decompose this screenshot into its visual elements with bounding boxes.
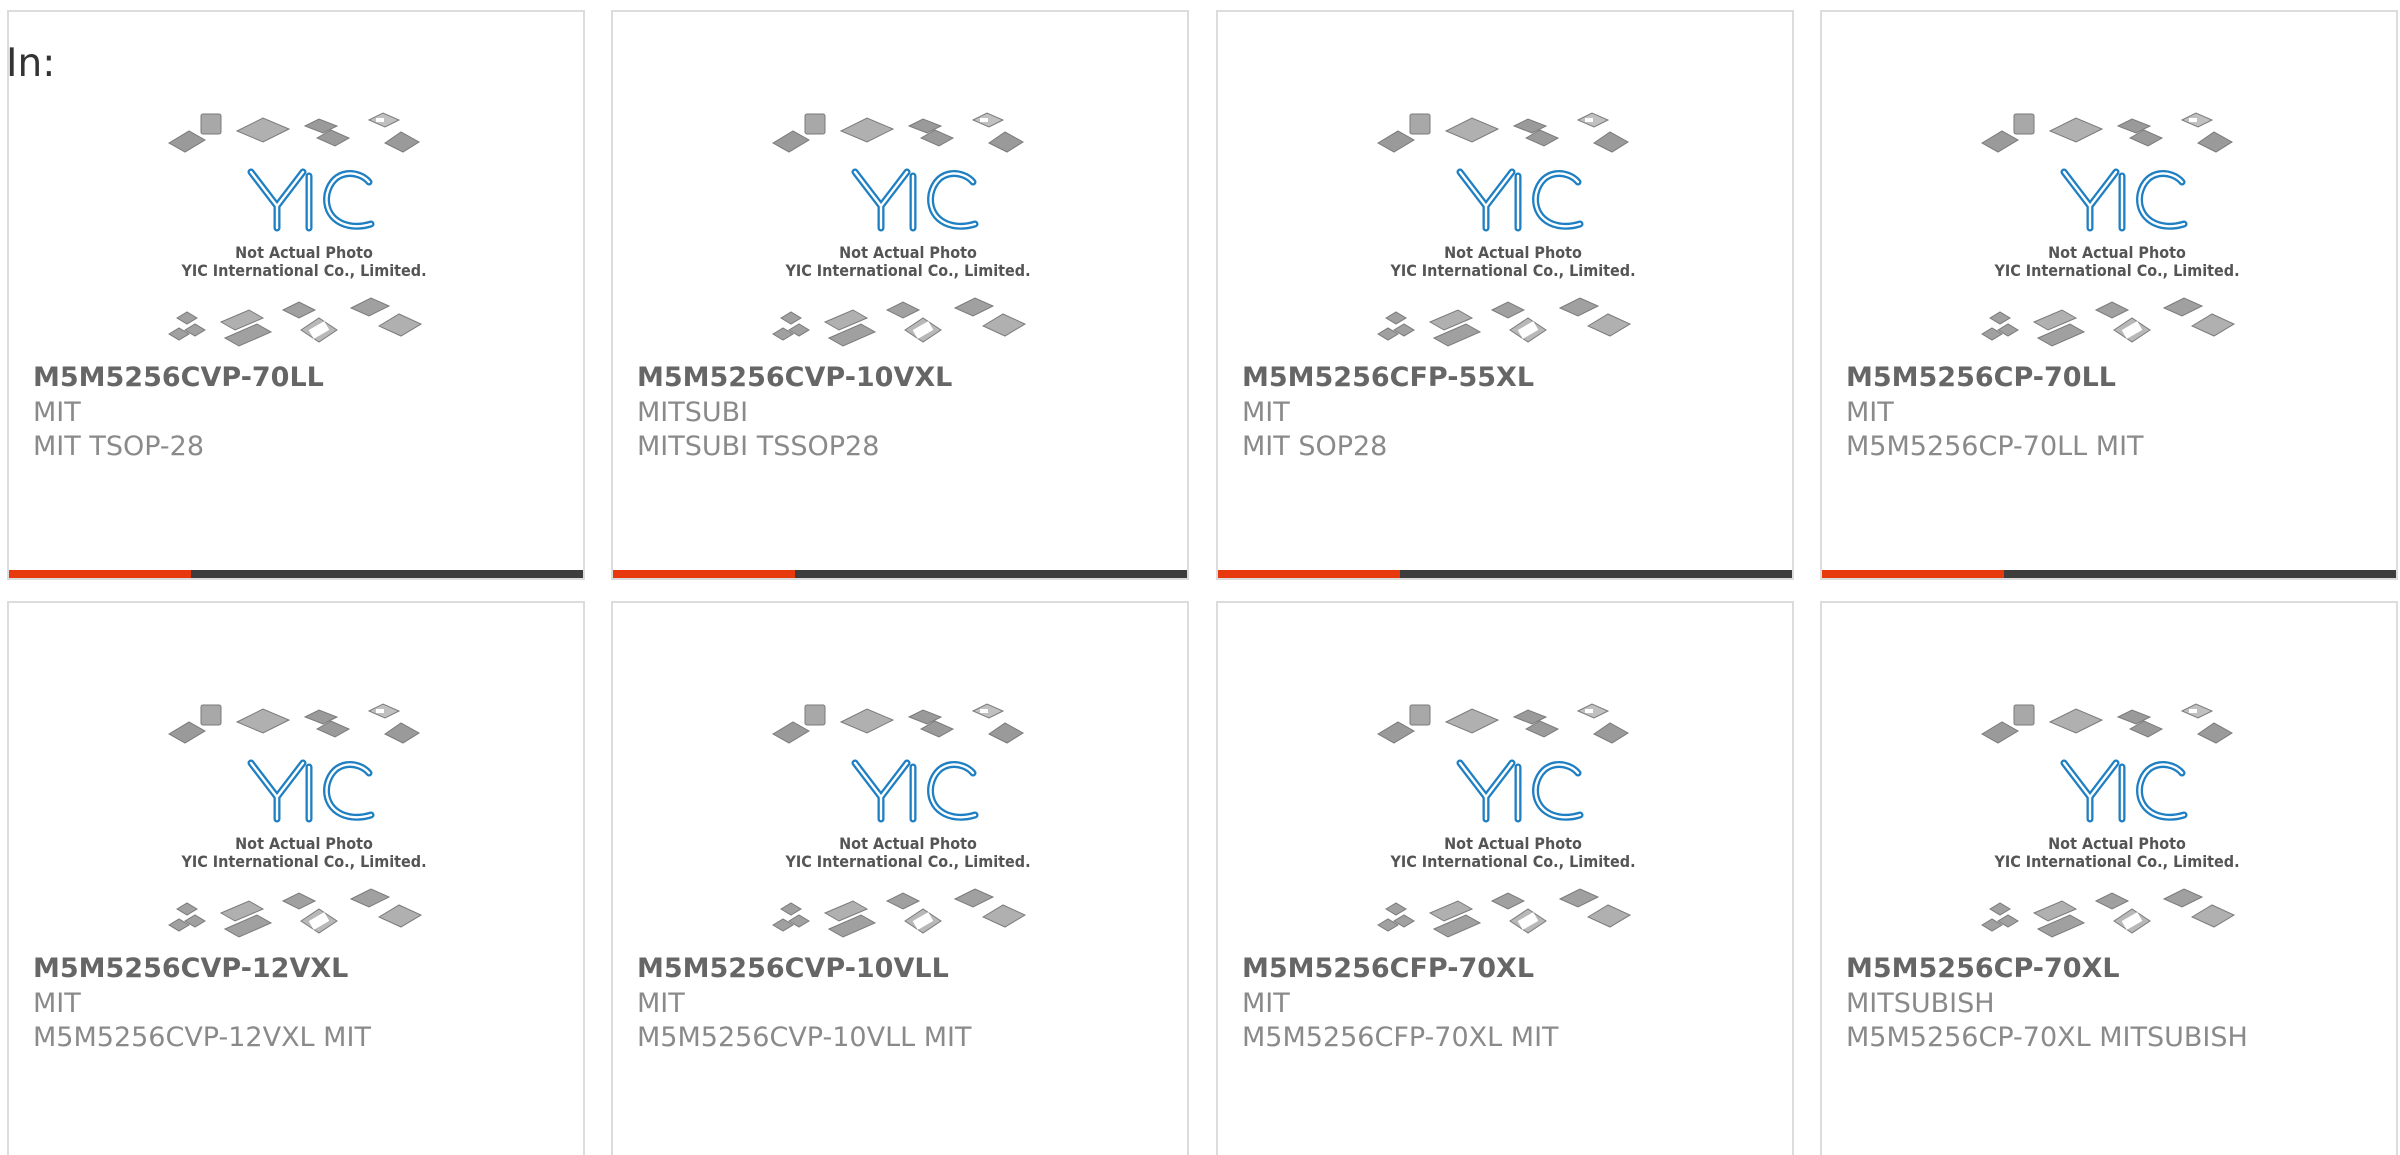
placeholder-caption-not-actual-photo: Not Actual Photo bbox=[2048, 243, 2186, 262]
placeholder-caption-company: YIC International Co., Limited. bbox=[1389, 261, 1635, 280]
placeholder-caption-company: YIC International Co., Limited. bbox=[784, 852, 1030, 871]
manufacturer: MIT bbox=[637, 988, 685, 1019]
product-card[interactable]: Not Actual Photo YIC International Co., … bbox=[1820, 601, 2398, 1155]
placeholder-caption-not-actual-photo: Not Actual Photo bbox=[235, 834, 373, 853]
part-number[interactable]: M5M5256CFP-70XL bbox=[1242, 951, 1534, 987]
product-placeholder-image: Not Actual Photo YIC International Co., … bbox=[1972, 689, 2262, 943]
manufacturer: MIT bbox=[1242, 988, 1290, 1019]
part-number[interactable]: M5M5256CVP-70LL bbox=[33, 360, 324, 396]
part-number[interactable]: M5M5256CVP-10VLL bbox=[637, 951, 949, 987]
placeholder-caption-company: YIC International Co., Limited. bbox=[1993, 261, 2239, 280]
product-placeholder-image: Not Actual Photo YIC International Co., … bbox=[1368, 98, 1658, 352]
card-bottom-bar bbox=[9, 570, 583, 578]
placeholder-caption-company: YIC International Co., Limited. bbox=[1993, 852, 2239, 871]
placeholder-caption-not-actual-photo: Not Actual Photo bbox=[1444, 834, 1582, 853]
product-card[interactable]: Not Actual Photo YIC International Co., … bbox=[1820, 10, 2398, 580]
product-placeholder-image: Not Actual Photo YIC International Co., … bbox=[763, 98, 1053, 352]
product-description: MIT SOP28 bbox=[1242, 431, 1388, 462]
card-bottom-bar bbox=[613, 570, 1187, 578]
product-description: MIT TSOP-28 bbox=[33, 431, 205, 462]
manufacturer: MITSUBISH bbox=[1846, 988, 1995, 1019]
part-number[interactable]: M5M5256CVP-12VXL bbox=[33, 951, 348, 987]
part-number[interactable]: M5M5256CVP-10VXL bbox=[637, 360, 952, 396]
card-accent-bar bbox=[1218, 570, 1400, 578]
product-card[interactable]: Not Actual Photo YIC International Co., … bbox=[7, 10, 585, 580]
placeholder-caption-not-actual-photo: Not Actual Photo bbox=[2048, 834, 2186, 853]
placeholder-caption-not-actual-photo: Not Actual Photo bbox=[235, 243, 373, 262]
placeholder-caption-company: YIC International Co., Limited. bbox=[784, 261, 1030, 280]
part-number[interactable]: M5M5256CP-70XL bbox=[1846, 951, 2120, 987]
product-card[interactable]: Not Actual Photo YIC International Co., … bbox=[611, 10, 1189, 580]
product-card[interactable]: Not Actual Photo YIC International Co., … bbox=[1216, 10, 1794, 580]
manufacturer: MIT bbox=[33, 397, 81, 428]
product-card[interactable]: Not Actual Photo YIC International Co., … bbox=[1216, 601, 1794, 1155]
card-accent-bar bbox=[613, 570, 795, 578]
placeholder-caption-not-actual-photo: Not Actual Photo bbox=[839, 834, 977, 853]
manufacturer: MIT bbox=[33, 988, 81, 1019]
part-number[interactable]: M5M5256CP-70LL bbox=[1846, 360, 2116, 396]
manufacturer: MIT bbox=[1846, 397, 1894, 428]
card-bottom-bar bbox=[1822, 570, 2396, 578]
placeholder-caption-not-actual-photo: Not Actual Photo bbox=[839, 243, 977, 262]
card-accent-bar bbox=[9, 570, 191, 578]
product-description: M5M5256CP-70LL MIT bbox=[1846, 431, 2144, 462]
product-placeholder-image: Not Actual Photo YIC International Co., … bbox=[1368, 689, 1658, 943]
product-description: MITSUBI TSSOP28 bbox=[637, 431, 880, 462]
card-bottom-bar bbox=[1218, 570, 1792, 578]
product-card[interactable]: Not Actual Photo YIC International Co., … bbox=[611, 601, 1189, 1155]
placeholder-caption-not-actual-photo: Not Actual Photo bbox=[1444, 243, 1582, 262]
product-description: M5M5256CP-70XL MITSUBISH bbox=[1846, 1022, 2248, 1053]
placeholder-caption-company: YIC International Co., Limited. bbox=[180, 852, 426, 871]
product-placeholder-image: Not Actual Photo YIC International Co., … bbox=[763, 689, 1053, 943]
in-label: In: bbox=[6, 41, 56, 86]
manufacturer: MIT bbox=[1242, 397, 1290, 428]
product-placeholder-image: Not Actual Photo YIC International Co., … bbox=[1972, 98, 2262, 352]
placeholder-caption-company: YIC International Co., Limited. bbox=[1389, 852, 1635, 871]
product-description: M5M5256CVP-12VXL MIT bbox=[33, 1022, 371, 1053]
product-card[interactable]: Not Actual Photo YIC International Co., … bbox=[7, 601, 585, 1155]
product-placeholder-image: Not Actual Photo YIC International Co., … bbox=[159, 689, 449, 943]
product-description: M5M5256CVP-10VLL MIT bbox=[637, 1022, 972, 1053]
card-accent-bar bbox=[1822, 570, 2004, 578]
manufacturer: MITSUBI bbox=[637, 397, 749, 428]
placeholder-caption-company: YIC International Co., Limited. bbox=[180, 261, 426, 280]
product-placeholder-image: Not Actual Photo YIC International Co., … bbox=[159, 98, 449, 352]
product-description: M5M5256CFP-70XL MIT bbox=[1242, 1022, 1559, 1053]
part-number[interactable]: M5M5256CFP-55XL bbox=[1242, 360, 1534, 396]
